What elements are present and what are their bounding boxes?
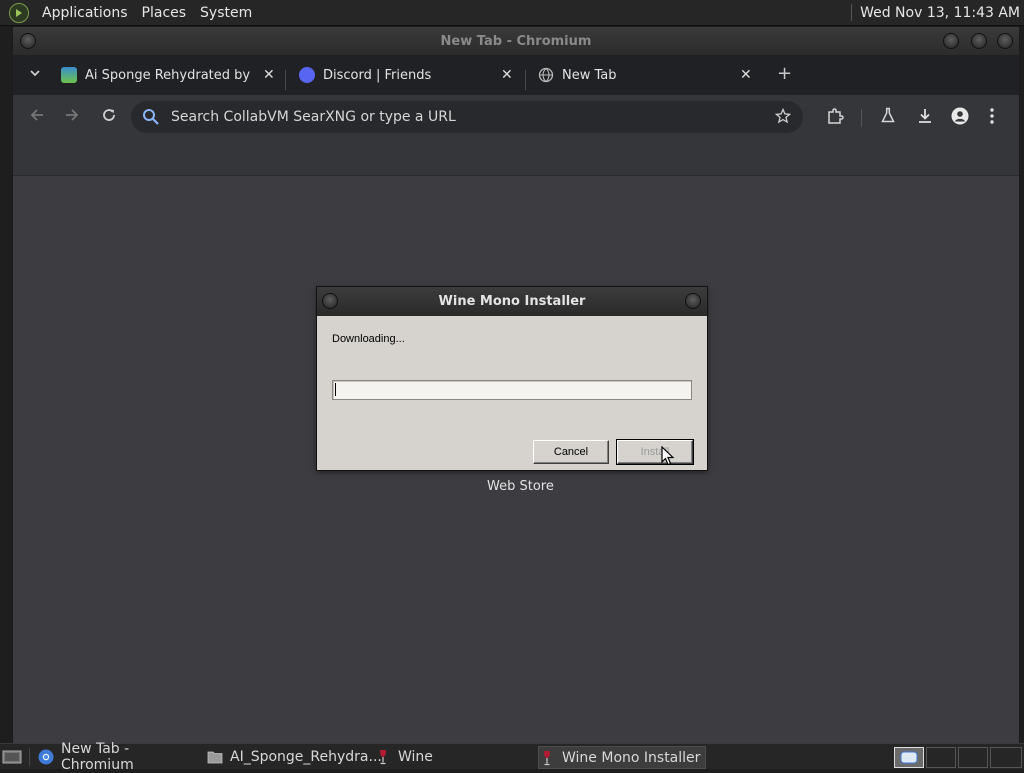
maximize-button[interactable]	[971, 33, 987, 49]
dialog-close-button[interactable]	[685, 293, 701, 309]
wine-glass-icon	[375, 749, 391, 765]
wine-glass-icon	[539, 750, 555, 766]
search-icon	[142, 108, 160, 130]
taskbar-item-label: Wine	[398, 748, 433, 765]
taskbar-separator	[29, 748, 30, 766]
tab-separator	[285, 70, 286, 90]
extensions-puzzle-icon[interactable]	[826, 107, 844, 130]
omnibox[interactable]: Search CollabVM SearXNG or type a URL	[131, 101, 803, 133]
distro-logo-icon[interactable]	[9, 2, 29, 23]
taskbar-item-folder[interactable]: AI_Sponge_Rehydra...	[207, 746, 382, 767]
toolbar-separator	[861, 109, 862, 127]
reload-icon[interactable]	[101, 107, 117, 128]
forward-arrow-icon[interactable]	[64, 107, 80, 128]
taskbar-item-label: AI_Sponge_Rehydra...	[230, 748, 382, 765]
tab-ai-sponge[interactable]: Ai Sponge Rehydrated by Po ✕	[61, 61, 279, 89]
bookmarks-bar	[13, 139, 1019, 176]
tab-search-chevron-icon[interactable]	[29, 65, 41, 85]
close-tab-icon[interactable]: ✕	[740, 67, 752, 83]
workspace-1[interactable]	[894, 747, 924, 768]
tab-discord[interactable]: Discord | Friends ✕	[299, 61, 517, 89]
show-desktop-icon[interactable]	[2, 746, 24, 767]
taskbar-item-wine[interactable]: Wine	[375, 746, 535, 767]
clock[interactable]: Wed Nov 13, 11:43 AM	[860, 5, 1020, 21]
workspace-4[interactable]	[990, 747, 1022, 768]
progress-caret	[335, 383, 336, 396]
sponge-favicon	[61, 67, 77, 83]
dialog-title: Wine Mono Installer	[438, 294, 586, 309]
globe-favicon	[538, 67, 554, 83]
chromium-icon	[38, 749, 54, 765]
kebab-menu-icon[interactable]	[989, 107, 995, 130]
minimize-button[interactable]	[943, 33, 959, 49]
new-tab-plus-icon[interactable]: +	[777, 64, 792, 84]
dialog-body: Downloading... Cancel Install	[317, 316, 707, 470]
download-icon[interactable]	[916, 107, 934, 130]
tab-new-tab[interactable]: New Tab ✕	[538, 61, 756, 89]
close-tab-icon[interactable]: ✕	[263, 67, 275, 83]
omnibox-placeholder: Search CollabVM SearXNG or type a URL	[171, 109, 456, 125]
top-panel: Applications Places System Wed Nov 13, 1…	[0, 0, 1024, 26]
discord-favicon	[299, 67, 315, 83]
profile-avatar-icon[interactable]	[951, 107, 969, 130]
taskbar-item-chromium[interactable]: New Tab - Chromium	[38, 741, 198, 773]
taskbar-item-label: Wine Mono Installer	[562, 749, 701, 766]
workspace-2[interactable]	[926, 747, 956, 768]
labs-flask-icon[interactable]	[880, 107, 896, 128]
applications-menu[interactable]: Applications	[35, 5, 135, 21]
system-menu[interactable]: System	[193, 5, 259, 21]
cancel-button[interactable]: Cancel	[533, 440, 609, 464]
wine-mono-installer-dialog: Wine Mono Installer Downloading... Cance…	[317, 287, 707, 470]
back-arrow-icon[interactable]	[29, 107, 45, 128]
tab-title: Ai Sponge Rehydrated by Po	[85, 67, 251, 83]
mouse-cursor-icon	[661, 445, 675, 469]
taskbar-item-wine-mono-installer[interactable]: Wine Mono Installer	[538, 746, 706, 769]
close-window-button[interactable]	[997, 33, 1013, 49]
places-menu[interactable]: Places	[135, 5, 194, 21]
workspace-3[interactable]	[958, 747, 988, 768]
install-button[interactable]: Install	[616, 439, 694, 465]
taskbar: New Tab - Chromium AI_Sponge_Rehydra... …	[0, 741, 1024, 773]
browser-toolbar: Search CollabVM SearXNG or type a URL	[13, 95, 1019, 139]
panel-separator	[851, 4, 853, 21]
window-title: New Tab - Chromium	[440, 34, 592, 49]
tab-strip: Ai Sponge Rehydrated by Po ✕ Discord | F…	[13, 55, 1019, 95]
tab-separator	[525, 70, 526, 90]
download-status-text: Downloading...	[332, 333, 405, 345]
window-titlebar[interactable]: New Tab - Chromium	[13, 27, 1019, 55]
tab-title: New Tab	[562, 67, 617, 83]
web-store-shortcut-label[interactable]: Web Store	[487, 479, 554, 494]
folder-icon	[207, 749, 223, 765]
bookmark-star-icon[interactable]	[774, 107, 792, 128]
download-progress-bar	[332, 380, 692, 400]
close-tab-icon[interactable]: ✕	[501, 67, 513, 83]
dialog-titlebar[interactable]: Wine Mono Installer	[317, 287, 707, 316]
tab-title: Discord | Friends	[323, 67, 432, 83]
